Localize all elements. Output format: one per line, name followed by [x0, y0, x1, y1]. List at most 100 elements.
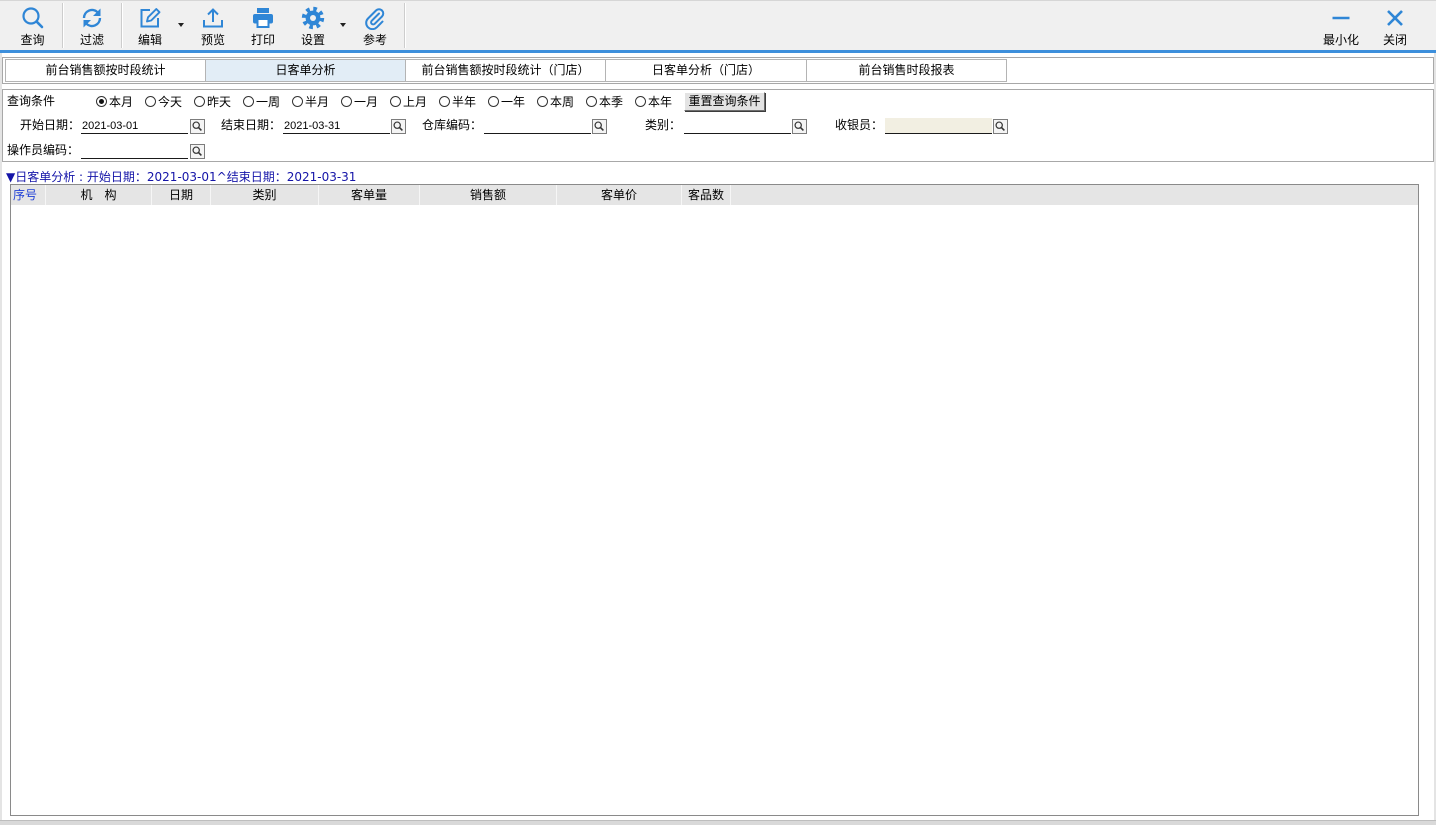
operator-code-input[interactable]	[81, 143, 188, 159]
period-radio-this-week[interactable]: 本周	[537, 93, 586, 110]
warehouse-code-label: 仓库编码：	[422, 118, 483, 132]
category-input[interactable]	[684, 118, 791, 134]
gear-icon	[301, 6, 325, 30]
tab-sales-by-period-store[interactable]: 前台销售额按时段统计（门店）	[405, 59, 606, 82]
minimize-button[interactable]: 最小化	[1313, 1, 1369, 49]
edit-button[interactable]: 编辑	[122, 1, 178, 49]
preview-button-label: 预览	[200, 33, 225, 47]
magnifier-icon	[192, 146, 202, 156]
period-radio-today[interactable]: 今天	[145, 93, 194, 110]
period-radio-half-month[interactable]: 半月	[292, 93, 341, 110]
edit-button-label: 编辑	[137, 33, 162, 47]
radio-circle[interactable]	[586, 96, 597, 107]
tab-sales-by-period[interactable]: 前台销售额按时段统计	[5, 59, 206, 82]
period-radio-half-year[interactable]: 半年	[439, 93, 488, 110]
radio-circle[interactable]	[488, 96, 499, 107]
radio-circle[interactable]	[145, 96, 156, 107]
end-date-input[interactable]	[283, 118, 390, 134]
close-icon	[1383, 6, 1407, 30]
radio-label: 半月	[305, 95, 330, 109]
column-header-date[interactable]: 日期	[152, 185, 211, 205]
period-radio-yesterday[interactable]: 昨天	[194, 93, 243, 110]
radio-circle[interactable]	[390, 96, 401, 107]
radio-label: 一周	[256, 95, 281, 109]
operator-code-lookup-button[interactable]	[190, 144, 205, 159]
preview-button[interactable]: 预览	[188, 1, 238, 49]
radio-circle[interactable]	[439, 96, 450, 107]
category-lookup-button[interactable]	[792, 119, 807, 134]
settings-button-label: 设置	[300, 33, 325, 47]
cashier-lookup-button[interactable]	[993, 119, 1008, 134]
radio-label: 本年	[648, 95, 673, 109]
tab-daily-ticket-analysis[interactable]: 日客单分析	[205, 59, 406, 82]
period-radio-one-year[interactable]: 一年	[488, 93, 537, 110]
period-radio-this-month[interactable]: 本月	[96, 93, 145, 110]
query-conditions-title: 查询条件	[7, 94, 56, 108]
reference-button[interactable]: 参考	[350, 1, 400, 49]
magnifier-icon	[192, 121, 202, 131]
magnifier-icon	[393, 121, 403, 131]
radio-circle[interactable]	[341, 96, 352, 107]
end-date-label: 结束日期：	[221, 118, 282, 132]
filter-button[interactable]: 过滤	[63, 1, 121, 49]
radio-circle[interactable]	[292, 96, 303, 107]
query-button[interactable]: 查询	[3, 1, 62, 49]
window-bottom-edge	[0, 820, 1436, 825]
column-header-avg-ticket-price[interactable]: 客单价	[557, 185, 682, 205]
period-radio-last-month[interactable]: 上月	[390, 93, 439, 110]
radio-circle[interactable]	[194, 96, 205, 107]
report-tab-strip: 前台销售额按时段统计 日客单分析 前台销售额按时段统计（门店） 日客单分析（门店…	[2, 57, 1434, 84]
query-conditions-panel: 查询条件 本月 今天 昨天 一周 半月 一月 上月 半年 一年 本周 本季 本年…	[2, 89, 1434, 162]
radio-circle[interactable]	[635, 96, 646, 107]
column-header-ticket-count[interactable]: 客单量	[319, 185, 420, 205]
radio-circle[interactable]	[96, 96, 107, 107]
period-radio-this-year[interactable]: 本年	[635, 93, 684, 110]
close-button[interactable]: 关闭	[1370, 1, 1420, 49]
toolbar-divider	[0, 50, 1436, 53]
warehouse-code-input[interactable]	[484, 118, 591, 134]
edit-icon	[138, 6, 162, 30]
print-button[interactable]: 打印	[238, 1, 288, 49]
start-date-input[interactable]	[81, 118, 188, 134]
column-header-seq[interactable]: 序号	[11, 185, 46, 205]
period-radio-one-month[interactable]: 一月	[341, 93, 390, 110]
radio-circle[interactable]	[537, 96, 548, 107]
tab-daily-ticket-analysis-store[interactable]: 日客单分析（门店）	[605, 59, 807, 82]
radio-label: 半年	[452, 95, 477, 109]
radio-label: 本月	[109, 95, 134, 109]
magnifier-icon	[794, 121, 804, 131]
grid-header-row: 序号 机 构 日期 类别 客单量 销售额 客单价 客品数	[11, 185, 1418, 206]
end-date-lookup-button[interactable]	[391, 119, 406, 134]
column-header-category[interactable]: 类别	[211, 185, 319, 205]
period-radio-one-week[interactable]: 一周	[243, 93, 292, 110]
column-header-sales-amount[interactable]: 销售额	[420, 185, 557, 205]
refresh-icon	[80, 6, 104, 30]
radio-label: 一年	[501, 95, 526, 109]
settings-button[interactable]: 设置	[288, 1, 338, 49]
period-radio-group: 本月 今天 昨天 一周 半月 一月 上月 半年 一年 本周 本季 本年	[96, 93, 684, 110]
settings-dropdown-arrow[interactable]	[338, 17, 348, 31]
radio-label: 本周	[550, 95, 575, 109]
cashier-label: 收银员：	[835, 118, 884, 132]
tab-sales-period-report[interactable]: 前台销售时段报表	[806, 59, 1007, 82]
grid-body[interactable]	[11, 206, 1418, 815]
reset-conditions-button[interactable]: 重置查询条件	[684, 92, 765, 111]
results-grid[interactable]: 序号 机 构 日期 类别 客单量 销售额 客单价 客品数	[10, 184, 1419, 816]
upload-icon	[201, 6, 225, 30]
period-radio-this-quarter[interactable]: 本季	[586, 93, 635, 110]
edit-dropdown-arrow[interactable]	[176, 17, 186, 31]
filter-button-label: 过滤	[79, 33, 104, 47]
column-header-organization[interactable]: 机 构	[46, 185, 152, 205]
radio-circle[interactable]	[243, 96, 254, 107]
minimize-icon	[1329, 6, 1353, 30]
reference-button-label: 参考	[362, 33, 387, 47]
radio-label: 一月	[354, 95, 379, 109]
grid-caption[interactable]: ▼日客单分析 : 开始日期：2021-03-01^结束日期：2021-03-31	[6, 170, 356, 184]
start-date-lookup-button[interactable]	[190, 119, 205, 134]
window-frame-left	[0, 53, 2, 820]
radio-label: 本季	[599, 95, 624, 109]
grid-header-filler	[731, 185, 1418, 205]
cashier-input[interactable]	[885, 118, 992, 134]
warehouse-code-lookup-button[interactable]	[592, 119, 607, 134]
column-header-items-per-ticket[interactable]: 客品数	[682, 185, 731, 205]
